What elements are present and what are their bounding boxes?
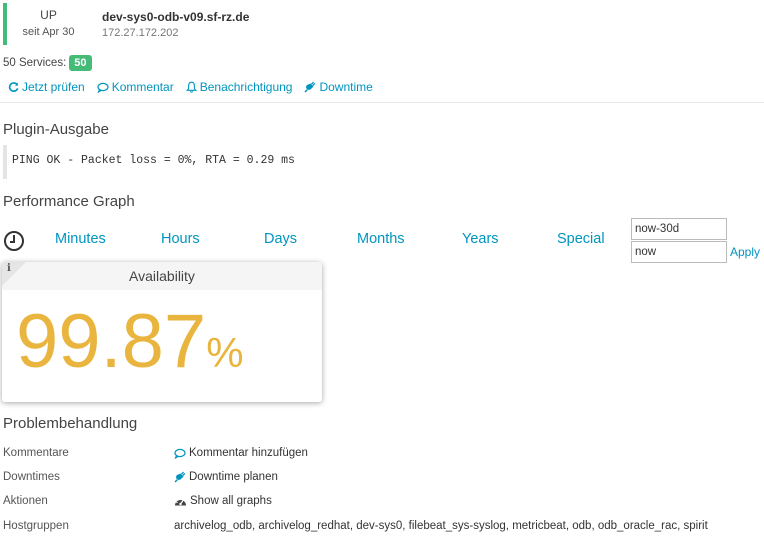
hostgroup-link[interactable]: archivelog_redhat — [258, 520, 349, 532]
range-years[interactable]: Years — [462, 231, 499, 247]
show-all-graphs-link[interactable]: Show all graphs — [174, 495, 272, 507]
range-months[interactable]: Months — [357, 231, 405, 247]
performance-graph-title: Performance Graph — [3, 193, 135, 210]
availability-title: Availability — [2, 262, 322, 290]
comment-link[interactable]: Kommentar — [97, 80, 174, 94]
add-comment-link[interactable]: Kommentar hinzufügen — [174, 447, 308, 459]
downtime-link[interactable]: Downtime — [304, 80, 373, 94]
hostgroup-link[interactable]: archivelog_odb — [174, 520, 252, 532]
hostgroups-label: Hostgruppen — [3, 520, 69, 532]
availability-number: 99.87 — [16, 299, 207, 384]
range-hours[interactable]: Hours — [161, 231, 200, 247]
comments-label: Kommentare — [3, 447, 69, 459]
info-icon[interactable]: i — [7, 263, 11, 274]
host-state-block: UP seit Apr 30 — [3, 3, 90, 45]
range-special[interactable]: Special — [557, 231, 605, 247]
hostgroup-link[interactable]: spirit — [684, 520, 708, 532]
schedule-downtime-label: Downtime planen — [189, 471, 278, 483]
panel-info-corner — [2, 262, 26, 286]
hostgroup-link[interactable]: filebeat_sys-syslog — [409, 520, 506, 532]
services-summary: 50 Services: 50 — [3, 55, 92, 71]
add-comment-label: Kommentar hinzufügen — [189, 447, 308, 459]
plugin-output-text: PING OK - Packet loss = 0%, RTA = 0.29 m… — [3, 145, 303, 179]
schedule-downtime-link[interactable]: Downtime planen — [174, 471, 278, 483]
availability-value: 99.87% — [16, 302, 244, 393]
apply-button[interactable]: Apply — [730, 245, 760, 259]
comment-icon — [174, 448, 186, 459]
header-divider — [0, 102, 764, 103]
range-days[interactable]: Days — [264, 231, 297, 247]
host-state-label: UP — [40, 8, 57, 22]
hostgroup-link[interactable]: odb — [572, 520, 591, 532]
plugin-output-title: Plugin-Ausgabe — [3, 121, 109, 138]
range-minutes[interactable]: Minutes — [55, 231, 106, 247]
refresh-icon — [8, 81, 19, 92]
comment-icon — [97, 82, 109, 93]
actions-label: Aktionen — [3, 495, 48, 507]
range-to-input[interactable] — [631, 241, 727, 263]
notification-link[interactable]: Benachrichtigung — [185, 80, 293, 94]
check-now-link[interactable]: Jetzt prüfen — [8, 80, 85, 94]
host-address: 172.27.172.202 — [102, 27, 179, 39]
show-all-graphs-label: Show all graphs — [190, 495, 272, 507]
downtime-label: Downtime — [319, 80, 373, 94]
problem-handling-title: Problembehandlung — [3, 415, 138, 432]
host-state-since: seit Apr 30 — [22, 26, 75, 38]
plug-icon — [304, 81, 316, 93]
host-name: dev-sys0-odb-v09.sf-rz.de — [102, 10, 250, 24]
range-from-input[interactable] — [631, 218, 727, 240]
hostgroup-link[interactable]: dev-sys0 — [356, 520, 402, 532]
services-label: 50 Services: — [3, 57, 67, 69]
hostgroup-link[interactable]: odb_oracle_rac — [598, 520, 677, 532]
clock-icon — [4, 231, 24, 251]
comment-label: Kommentar — [111, 80, 174, 94]
services-count-badge[interactable]: 50 — [69, 55, 92, 71]
plug-icon — [174, 471, 186, 483]
availability-unit: % — [206, 329, 244, 376]
hostgroups-list: archivelog_odb, archivelog_redhat, dev-s… — [174, 520, 708, 532]
hostgroup-link[interactable]: metricbeat — [512, 520, 566, 532]
check-now-label: Jetzt prüfen — [22, 80, 85, 94]
host-actions: Jetzt prüfen Kommentar Benachrichtigung … — [8, 80, 373, 94]
dashboard-icon — [175, 497, 186, 505]
downtimes-label: Downtimes — [3, 471, 60, 483]
notification-label: Benachrichtigung — [199, 80, 293, 94]
bell-icon — [185, 81, 197, 93]
availability-panel: Availability i 99.87% — [2, 262, 322, 402]
